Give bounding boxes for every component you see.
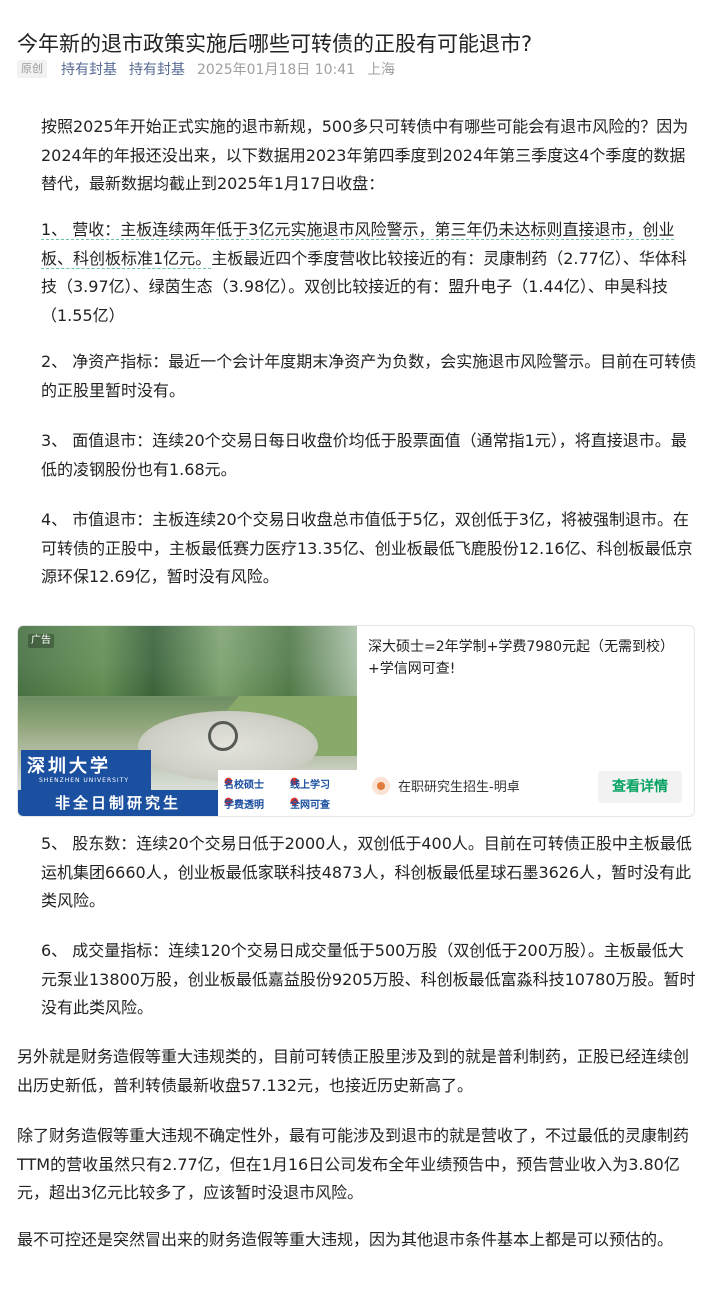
ad-headline[interactable]: 深大硕士=2年学制+学费7980元起（无需到校）+学信网可查! [368,636,684,680]
section-net-assets: 2、 净资产指标：最近一个会计年度期末净资产为负数，会实施退市风险警示。目前在可… [41,352,697,400]
intro-paragraph: 按照2025年开始正式实施的退市新规，500多只可转债中有哪些可能会有退市风险的… [41,117,689,193]
section-market-cap: 4、 市值退市：主板连续20个交易日收盘总市值低于5亿，双创低于3亿，将被强制退… [41,510,693,586]
author-name[interactable]: 持有封基 [61,59,117,79]
ad-source: 在职研究生招生-明卓 [372,776,520,795]
account-name[interactable]: 持有封基 [129,59,185,79]
advertiser-logo-icon [372,776,390,795]
publish-location: 上海 [367,62,396,78]
article-title: 今年新的退市政策实施后哪些可转债的正股有可能退市? [17,32,533,57]
section-volume: 6、 成交量指标：连续120个交易日成交量低于500万股（双创低于200万股）。… [41,941,696,1017]
university-name-cn: 深圳大学 [27,756,111,777]
ad-card[interactable]: 广告 深圳大学 SHENZHEN UNIVERSITY 非全日制研究生 ● 名校硕… [17,625,695,817]
university-logo: 深圳大学 SHENZHEN UNIVERSITY [21,750,151,790]
publish-datetime: 2025年01月18日 10:41 [197,62,356,78]
section-revenue: 1、 营收：主板连续两年低于3亿元实施退市风险警示，第三年仍未达标则直接退市，创… [41,216,697,330]
ad-tag: 广告 [28,634,54,648]
article-meta: 原创 持有封基 持有封基 2025年01月18日 10:41 上海 [17,58,407,80]
view-details-button[interactable]: 查看详情 [598,771,682,803]
section-shareholders: 5、 股东数：连续20个交易日低于2000人，双创低于400人。目前在可转债正股… [41,834,692,910]
ad-image-sculpture [208,721,238,751]
ad-image[interactable]: 广告 深圳大学 SHENZHEN UNIVERSITY 非全日制研究生 ● 名校硕… [18,626,357,816]
paragraph-fraud: 另外就是财务造假等重大违规类的，目前可转债正股里涉及到的就是普利制药，正股已经连… [17,1047,690,1095]
ad-image-trees [18,626,357,696]
ad-feature-points: ● 名校硕士 ● 线上学习 ● 学费透明 ● 全网可查 [218,770,357,816]
paragraph-closing: 最不可控还是突然冒出来的财务造假等重大违规，因为其他退市条件基本上都是可以预估的… [17,1230,674,1249]
university-name-en: SHENZHEN UNIVERSITY [39,777,130,784]
advertiser-name: 在职研究生招生-明卓 [398,780,520,795]
paragraph-revenue-conclusion: 除了财务造假等重大违规不确定性外，最有可能涉及到退市的就是营收了，不过最低的灵康… [17,1126,690,1202]
original-badge: 原创 [17,60,47,78]
section-face-value: 3、 面值退市：连续20个交易日每日收盘价均低于股票面值（通常指1元），将直接退… [41,431,687,479]
ad-banner-text: 非全日制研究生 [18,790,218,816]
